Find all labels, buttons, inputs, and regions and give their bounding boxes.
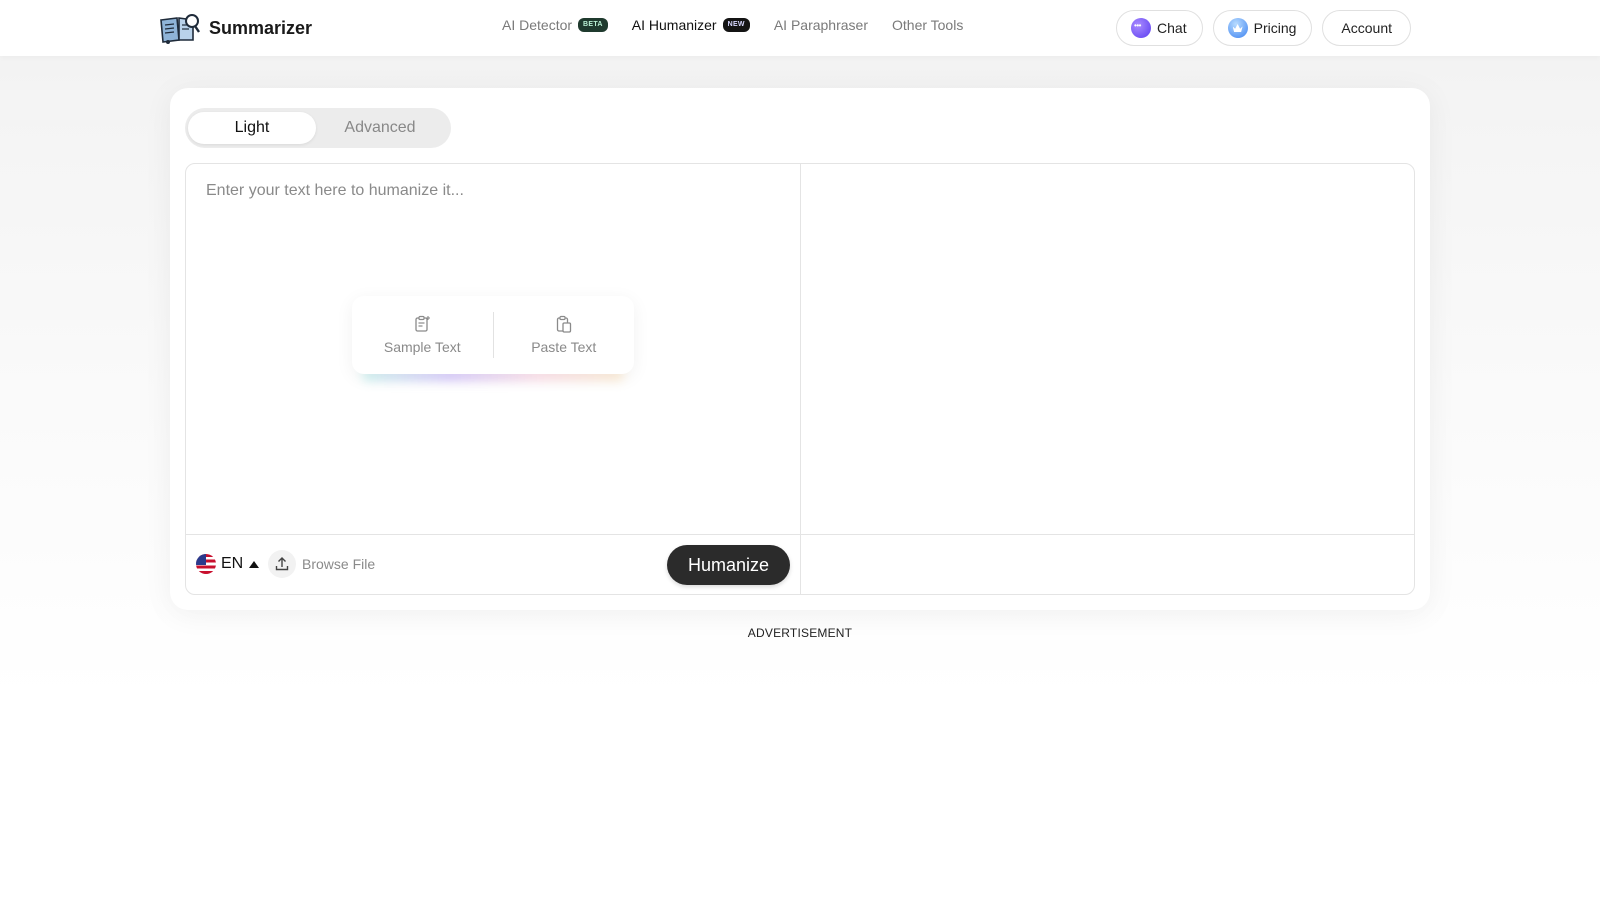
humanize-button[interactable]: Humanize xyxy=(667,545,790,585)
nav-ai-detector-label: AI Detector xyxy=(502,17,573,33)
paste-text-label: Paste Text xyxy=(531,339,597,355)
nav-ai-humanizer-label: AI Humanizer xyxy=(631,17,717,33)
nav-ai-humanizer[interactable]: AI Humanizer NEW xyxy=(632,17,750,33)
input-pane: Sample Text Paste Text EN xyxy=(186,164,801,594)
nav-other-tools-label: Other Tools xyxy=(892,17,964,33)
browse-file-label: Browse File xyxy=(302,556,376,572)
humanizer-card: Light Advanced Sample Text xyxy=(170,88,1430,610)
book-magnifier-logo-icon xyxy=(160,14,200,44)
header-actions: Chat Pricing Account xyxy=(1106,10,1411,46)
chat-button-label: Chat xyxy=(1157,20,1187,36)
output-pane xyxy=(801,164,1414,594)
humanized-output[interactable] xyxy=(801,164,1414,534)
output-toolbar xyxy=(801,534,1414,594)
mode-toggle: Light Advanced xyxy=(185,108,451,148)
paste-icon xyxy=(556,315,571,333)
input-toolbar: EN Browse File Humanize xyxy=(186,534,800,594)
browse-file-button[interactable]: Browse File xyxy=(268,550,375,578)
brand-name: Summarizer xyxy=(209,17,313,38)
quick-actions: Sample Text Paste Text xyxy=(352,296,634,374)
caret-up-icon xyxy=(249,560,260,568)
brand[interactable]: Summarizer xyxy=(159,12,312,44)
sample-text-label: Sample Text xyxy=(383,339,461,355)
language-selector[interactable]: EN xyxy=(196,554,260,574)
crown-icon xyxy=(1227,18,1248,38)
account-button[interactable]: Account xyxy=(1322,10,1411,46)
paste-text-button[interactable]: Paste Text xyxy=(494,311,635,359)
mode-light-tab[interactable]: Light xyxy=(188,112,316,144)
nav-ai-paraphraser-label: AI Paraphraser xyxy=(773,17,868,33)
sample-text-button[interactable]: Sample Text xyxy=(352,311,493,359)
beta-badge: BETA xyxy=(578,18,608,32)
us-flag-icon xyxy=(196,554,216,574)
nav-ai-paraphraser[interactable]: AI Paraphraser xyxy=(774,17,868,33)
mode-advanced-tab[interactable]: Advanced xyxy=(316,112,444,144)
editor-panel: Sample Text Paste Text EN xyxy=(185,163,1415,595)
chat-bubble-icon xyxy=(1131,18,1152,38)
chat-button[interactable]: Chat xyxy=(1116,10,1203,46)
nav-ai-detector[interactable]: AI Detector BETA xyxy=(502,17,608,33)
pricing-button[interactable]: Pricing xyxy=(1212,10,1313,46)
advertisement-label: ADVERTISEMENT xyxy=(747,626,853,640)
nav-other-tools[interactable]: Other Tools xyxy=(892,17,963,33)
main-nav: AI Detector BETA AI Humanizer NEW AI Par… xyxy=(502,17,987,33)
pricing-button-label: Pricing xyxy=(1253,20,1297,36)
language-code: EN xyxy=(221,555,244,572)
top-header: Summarizer AI Detector BETA AI Humanizer… xyxy=(0,0,1600,56)
new-badge: NEW xyxy=(722,18,750,32)
clipboard-plus-icon xyxy=(415,315,431,332)
upload-icon xyxy=(268,550,296,578)
account-button-label: Account xyxy=(1341,20,1392,36)
